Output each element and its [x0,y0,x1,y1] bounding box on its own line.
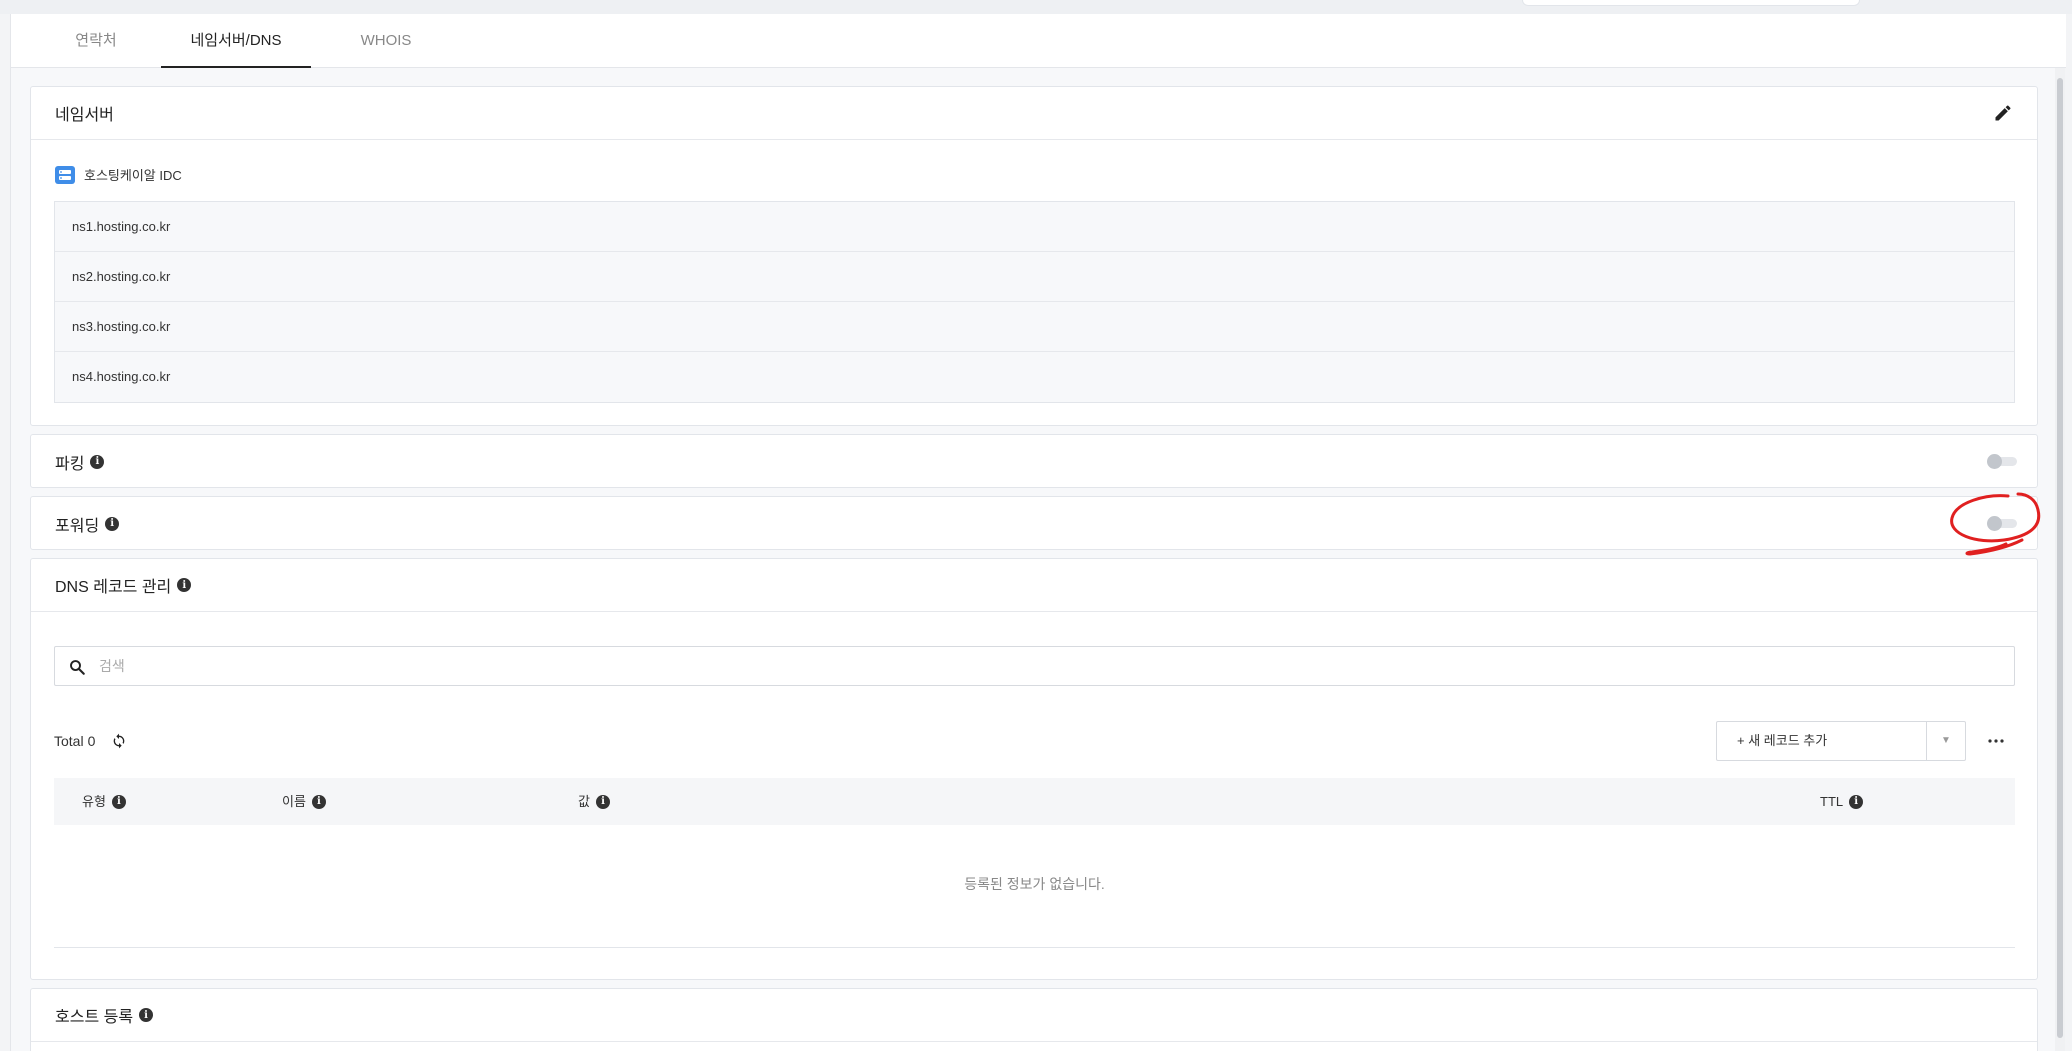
nameserver-card: 네임서버 호스팅케이알 IDC ns1.hosting.co.kr ns2.ho… [30,86,2038,426]
column-value[interactable]: 값i [578,778,610,825]
info-icon[interactable]: i [311,794,326,809]
forwarding-toggle[interactable] [1987,516,2017,531]
dns-table-header: 유형 i 이름 i 값i TTL i [54,778,2015,825]
column-type[interactable]: 유형 i [82,778,126,825]
nameserver-row: ns1.hosting.co.kr [55,202,2014,252]
nameserver-header: 네임서버 [31,87,2037,140]
dns-card: DNS 레코드 관리 i Total 0 + 새 레코드 추가 ▼ 유형i 이름… [30,558,2038,980]
column-name[interactable]: 이름 i [282,778,326,825]
host-header: 호스트 등록 i [31,989,2037,1042]
nameserver-row: ns4.hosting.co.kr [55,352,2014,402]
parking-title: 파킹 [55,455,85,473]
forwarding-card: 포워딩 i [30,496,2038,550]
info-icon[interactable]: i [177,578,192,592]
forwarding-title: 포워딩 [55,517,100,535]
parking-toggle[interactable] [1987,454,2017,469]
global-search-stub[interactable] [1522,0,1860,6]
add-record-button[interactable]: + 새 레코드 추가 [1717,722,1927,760]
parking-card: 파킹 i [30,434,2038,488]
info-icon[interactable]: i [90,454,105,469]
more-options-icon[interactable] [1986,731,2006,751]
empty-message: 등록된 정보가 없습니다. [54,825,2015,948]
total-count: Total 0 [54,733,127,749]
dns-header: DNS 레코드 관리 i [31,559,2037,612]
total-value: 0 [87,733,96,749]
nameserver-title: 네임서버 [55,107,114,124]
content-shell: 연락처 네임서버/DNS WHOIS 네임서버 호스팅케이알 IDC ns1.h… [10,14,2066,1051]
parking-header: 파킹 i [31,435,2037,488]
scrollbar[interactable] [2055,68,2065,1051]
search-icon [70,660,85,675]
search-input[interactable] [99,647,1999,685]
total-label: Total [54,733,84,749]
tab-contacts[interactable]: 연락처 [36,14,156,68]
provider-label: 호스팅케이알 IDC [55,165,182,184]
nameserver-row: ns2.hosting.co.kr [55,252,2014,302]
info-icon[interactable]: i [1849,794,1864,809]
info-icon[interactable]: i [105,516,120,531]
top-strip [0,0,2072,14]
provider-name: 호스팅케이알 IDC [84,168,182,183]
tab-bar: 연락처 네임서버/DNS WHOIS [11,14,2066,68]
nameserver-list: ns1.hosting.co.kr ns2.hosting.co.kr ns3.… [54,201,2015,403]
nameserver-row: ns3.hosting.co.kr [55,302,2014,352]
host-card: 호스트 등록 i [30,988,2038,1051]
dns-search [54,646,2015,686]
scrollbar-thumb[interactable] [2057,78,2063,1038]
info-icon[interactable]: i [111,794,126,809]
chevron-down-icon[interactable]: ▼ [1927,722,1965,760]
add-record-split-button: + 새 레코드 추가 ▼ [1716,721,1966,761]
host-title: 호스트 등록 [55,1009,134,1026]
info-icon[interactable]: i [139,1008,154,1022]
dns-title: DNS 레코드 관리 [55,579,172,596]
server-icon [55,165,75,184]
tab-nameserver-dns[interactable]: 네임서버/DNS [161,14,311,68]
column-ttl[interactable]: TTL i [1820,778,1864,825]
refresh-icon[interactable] [111,733,127,749]
tab-whois[interactable]: WHOIS [326,14,446,68]
edit-icon[interactable] [1993,103,2013,123]
info-icon[interactable]: i [595,794,610,809]
forwarding-header: 포워딩 i [31,497,2037,550]
